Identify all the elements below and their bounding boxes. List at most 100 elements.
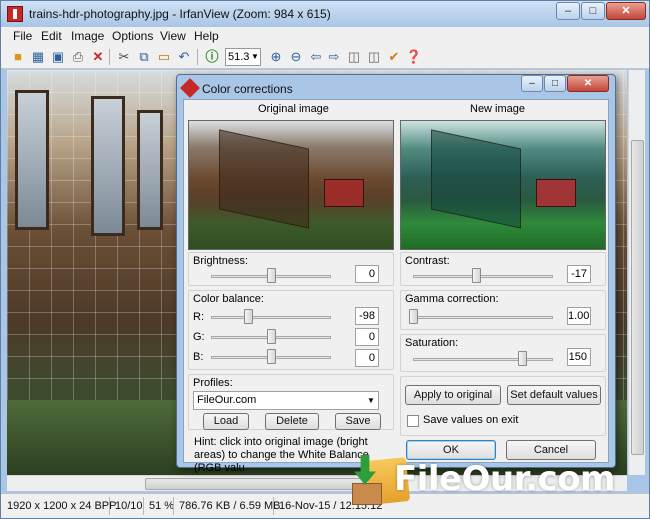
saturation-slider[interactable] <box>518 351 528 366</box>
status-zoom: 51 % <box>149 500 175 512</box>
red-label: R: <box>193 311 204 323</box>
effects-icon[interactable]: ◫ <box>365 48 383 66</box>
saturation-value[interactable]: 150 <box>567 348 591 366</box>
help-icon[interactable]: ❓ <box>405 48 423 66</box>
profiles-selected: FileOur.com <box>197 394 257 406</box>
menu-edit[interactable]: Edit <box>41 29 62 43</box>
vertical-scrollbar[interactable] <box>628 70 645 475</box>
saturation-group: Saturation: 150 <box>400 334 606 372</box>
menu-help[interactable]: Help <box>194 29 219 43</box>
profiles-group: Profiles: FileOur.com ▼ Load Delete Save <box>188 374 394 430</box>
profiles-label: Profiles: <box>193 377 233 389</box>
green-slider[interactable] <box>267 329 276 344</box>
dialog-minimize-button[interactable]: – <box>521 75 543 92</box>
menu-options[interactable]: Options <box>112 29 153 43</box>
zoom-out-icon[interactable]: ⊖ <box>287 48 305 66</box>
watermark-text: FileOur.com <box>394 459 615 499</box>
gamma-group: Gamma correction: 1.00 <box>400 290 606 330</box>
contrast-track[interactable] <box>413 275 553 278</box>
cut-icon[interactable]: ✂ <box>115 48 133 66</box>
dialog-close-button[interactable]: ✕ <box>567 75 609 92</box>
next-icon[interactable]: ⇨ <box>325 48 343 66</box>
slideshow-icon[interactable]: ◫ <box>345 48 363 66</box>
red-slider[interactable] <box>244 309 254 324</box>
red-track[interactable] <box>211 316 331 319</box>
toolbar: ■ ▦ ▣ ⎙ ✕ ✂ ⧉ ▭ ↶ ⓘ 51.3 ▼ ⊕ ⊖ ⇦ ⇨ ◫ ◫ ✔… <box>1 45 649 69</box>
save-values-checkbox[interactable] <box>407 415 419 427</box>
dialog-body: Original image New image Brightness: 0 C… <box>183 99 609 474</box>
preview-red-car <box>324 179 364 207</box>
minimize-button[interactable]: – <box>556 2 580 20</box>
box-icon <box>352 483 382 505</box>
menu-file[interactable]: File <box>13 29 32 43</box>
color-corrections-icon <box>180 78 200 98</box>
status-filesize: 786.76 KB / 6.59 MB <box>179 500 281 512</box>
menu-bar: File Edit Image Options View Help <box>1 27 649 45</box>
gamma-slider[interactable] <box>409 309 418 324</box>
open-folder-icon[interactable]: ■ <box>9 48 27 66</box>
preview-red-car <box>536 179 576 207</box>
title-bar[interactable]: trains-hdr-photography.jpg - IrfanView (… <box>1 1 649 27</box>
brightness-slider[interactable] <box>267 268 276 283</box>
profile-save-button[interactable]: Save <box>335 413 381 430</box>
chevron-down-icon[interactable]: ▼ <box>364 392 378 409</box>
blue-label: B: <box>193 351 204 363</box>
watermark: FileOur.com <box>350 443 650 513</box>
profiles-combo[interactable]: FileOur.com ▼ <box>193 391 379 410</box>
blue-value[interactable]: 0 <box>355 349 379 367</box>
save-icon[interactable]: ▣ <box>49 48 67 66</box>
profile-load-button[interactable]: Load <box>203 413 249 430</box>
canvas-photo-detail <box>137 110 163 230</box>
delete-icon[interactable]: ✕ <box>89 48 107 66</box>
contrast-slider[interactable] <box>472 268 481 283</box>
menu-view[interactable]: View <box>160 29 186 43</box>
red-value[interactable]: -98 <box>355 307 379 325</box>
thumbnails-icon[interactable]: ▦ <box>29 48 47 66</box>
brightness-label: Brightness: <box>193 255 249 267</box>
new-image-preview <box>400 120 606 250</box>
dialog-maximize-button[interactable]: □ <box>544 75 566 92</box>
undo-icon[interactable]: ↶ <box>175 48 193 66</box>
vertical-scroll-thumb[interactable] <box>631 140 644 455</box>
saturation-track[interactable] <box>413 358 553 361</box>
original-image-label: Original image <box>258 103 329 115</box>
contrast-value[interactable]: -17 <box>567 265 591 283</box>
green-value[interactable]: 0 <box>355 328 379 346</box>
contrast-group: Contrast: -17 <box>400 252 606 286</box>
canvas-photo-detail <box>91 96 125 236</box>
status-index: 10/10 <box>115 500 143 512</box>
preview-train-car <box>219 129 309 229</box>
actions-group: Apply to original Set default values Sav… <box>400 376 606 436</box>
apply-to-original-button[interactable]: Apply to original <box>405 385 501 405</box>
preview-train-car <box>431 129 521 229</box>
print-icon[interactable]: ⎙ <box>69 48 87 66</box>
menu-image[interactable]: Image <box>71 29 104 43</box>
saturation-label: Saturation: <box>405 337 459 349</box>
set-default-values-button[interactable]: Set default values <box>507 385 601 405</box>
brightness-group: Brightness: 0 <box>188 252 394 286</box>
blue-slider[interactable] <box>267 349 276 364</box>
info-icon[interactable]: ⓘ <box>203 48 221 66</box>
chevron-down-icon[interactable]: ▼ <box>249 48 261 66</box>
dialog-title: Color corrections <box>202 82 293 96</box>
gamma-track[interactable] <box>413 316 553 319</box>
gamma-value[interactable]: 1.00 <box>567 307 591 325</box>
color-balance-group: Color balance: R: -98 G: 0 B: 0 <box>188 290 394 370</box>
color-balance-label: Color balance: <box>193 293 264 305</box>
profile-delete-button[interactable]: Delete <box>265 413 319 430</box>
original-image-preview[interactable] <box>188 120 394 250</box>
save-values-label: Save values on exit <box>423 414 519 426</box>
previous-icon[interactable]: ⇦ <box>307 48 325 66</box>
status-dimensions: 1920 x 1200 x 24 BPP <box>7 500 117 512</box>
green-label: G: <box>193 331 205 343</box>
gamma-label: Gamma correction: <box>405 293 499 305</box>
window-title: trains-hdr-photography.jpg - IrfanView (… <box>29 7 331 21</box>
brightness-value[interactable]: 0 <box>355 265 379 283</box>
paste-icon[interactable]: ▭ <box>155 48 173 66</box>
maximize-button[interactable]: □ <box>581 2 605 20</box>
close-button[interactable]: ✕ <box>606 2 646 20</box>
zoom-in-icon[interactable]: ⊕ <box>267 48 285 66</box>
contrast-label: Contrast: <box>405 255 450 267</box>
copy-icon[interactable]: ⧉ <box>135 48 153 66</box>
paint-icon[interactable]: ✔ <box>385 48 403 66</box>
